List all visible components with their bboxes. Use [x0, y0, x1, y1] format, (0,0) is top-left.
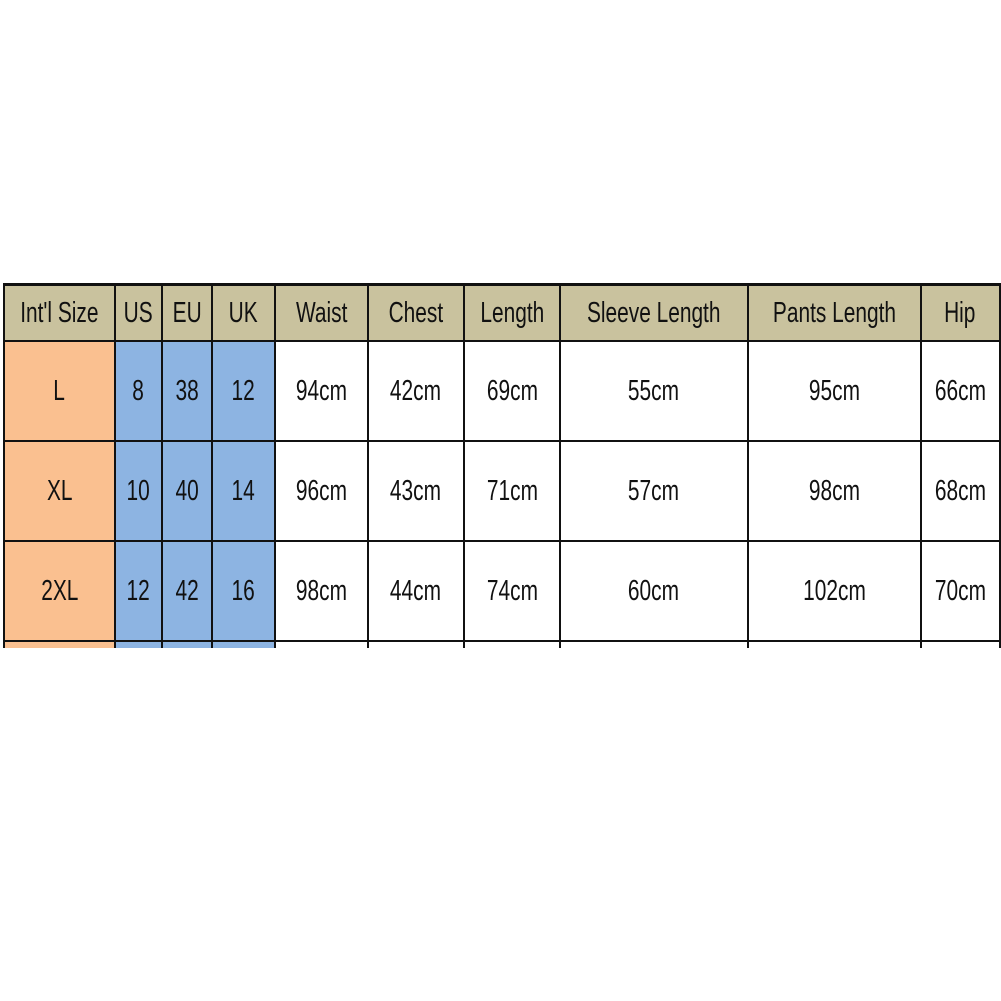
column-header-label: Int'l Size [20, 296, 99, 329]
column-header-label: US [124, 296, 154, 329]
column-header-label: Chest [388, 296, 444, 329]
table-cell: 60cm [559, 540, 749, 642]
table-cell: 95cm [746, 340, 922, 442]
table-cell: 68cm [919, 440, 1001, 542]
cell-value: 42 [175, 574, 199, 607]
cell-value: 14 [231, 474, 255, 507]
cell-value: 43cm [390, 474, 442, 507]
cell-value: 42cm [390, 374, 442, 407]
cell-value: 2XL [40, 574, 78, 607]
cell-value: 102cm [802, 574, 866, 607]
cell-value: 40 [175, 474, 199, 507]
table-cell [161, 640, 213, 648]
table-cell: 12 [113, 540, 164, 642]
cell-value: 66cm [934, 374, 986, 407]
table-cell: L [3, 340, 116, 442]
cell-value: L [53, 374, 66, 407]
table-cell [3, 640, 116, 648]
column-header-label: EU [172, 296, 202, 329]
column-header: Waist [273, 283, 369, 342]
cell-value: 10 [126, 474, 151, 507]
table-cell: 74cm [462, 540, 562, 642]
table-cell: 66cm [919, 340, 1001, 442]
table-cell: 2XL [3, 540, 116, 642]
cell-value: 70cm [934, 574, 986, 607]
table-cell: 12 [210, 340, 276, 442]
column-header: Hip [919, 283, 1001, 342]
table-cell: 71cm [462, 440, 562, 542]
cell-value: 57cm [628, 474, 680, 507]
table-cell: 40 [161, 440, 213, 542]
cell-value: 71cm [486, 474, 538, 507]
table-cell: 44cm [366, 540, 465, 642]
table-cell: 38 [161, 340, 213, 442]
table-row: XL 10 40 14 96cm 43cm 71cm 57cm 98cm 68cm [3, 440, 1001, 542]
column-header: Pants Length [746, 283, 922, 342]
column-header-label: Length [480, 296, 544, 329]
table-row: L 8 38 12 94cm 42cm 69cm 55cm 95cm 66cm [3, 340, 1001, 442]
cell-value: 44cm [390, 574, 442, 607]
cell-value: 60cm [628, 574, 680, 607]
table-cell: 102cm [746, 540, 922, 642]
table-cell: 14 [210, 440, 276, 542]
header-row: Int'l Size US EU UK Waist Chest Length Sleeve L… [3, 283, 1001, 342]
size-chart-table: Int'l Size US EU UK Waist Chest Length Sleeve L… [3, 283, 1001, 648]
column-header-label: Sleeve Length [587, 296, 721, 329]
table-row-cut-off [3, 640, 1001, 648]
table-cell [273, 640, 369, 648]
column-header: Sleeve Length [559, 283, 749, 342]
table-cell [746, 640, 922, 648]
cell-value: 16 [231, 574, 255, 607]
cell-value: 96cm [295, 474, 347, 507]
table-cell: 69cm [462, 340, 562, 442]
table-cell [462, 640, 562, 648]
table-cell: 8 [113, 340, 164, 442]
column-header-label: UK [228, 296, 258, 329]
cell-value: 12 [231, 374, 255, 407]
table-cell [559, 640, 749, 648]
table-cell: 96cm [273, 440, 369, 542]
cell-value: 68cm [934, 474, 986, 507]
table-cell [210, 640, 276, 648]
column-header: EU [161, 283, 213, 342]
column-header: UK [210, 283, 276, 342]
table-cell: 57cm [559, 440, 749, 542]
table-cell: 55cm [559, 340, 749, 442]
table-cell: 98cm [273, 540, 369, 642]
table-cell: 70cm [919, 540, 1001, 642]
cell-value: 98cm [808, 474, 860, 507]
cell-value: XL [46, 474, 73, 507]
table-cell: 16 [210, 540, 276, 642]
column-header-label: Waist [295, 296, 348, 329]
cell-value: 12 [126, 574, 151, 607]
column-header: Int'l Size [3, 283, 116, 342]
table-cell [113, 640, 164, 648]
column-header: Length [462, 283, 562, 342]
table-cell: 43cm [366, 440, 465, 542]
column-header-label: Hip [944, 296, 976, 329]
table-cell: 98cm [746, 440, 922, 542]
cell-value: 95cm [808, 374, 860, 407]
cell-value: 69cm [486, 374, 538, 407]
column-header-label: Pants Length [772, 296, 896, 329]
cell-value: 94cm [295, 374, 347, 407]
table-row: 2XL 12 42 16 98cm 44cm 74cm 60cm 102cm 70cm [3, 540, 1001, 642]
column-header: Chest [366, 283, 465, 342]
cell-value: 38 [175, 374, 199, 407]
table-cell [366, 640, 465, 648]
cell-value: 98cm [295, 574, 347, 607]
table-cell: 42 [161, 540, 213, 642]
table-cell: XL [3, 440, 116, 542]
table-cell: 10 [113, 440, 164, 542]
cell-value: 8 [132, 374, 145, 407]
table-cell: 94cm [273, 340, 369, 442]
cell-value: 55cm [628, 374, 680, 407]
cell-value: 74cm [486, 574, 538, 607]
table-cell: 42cm [366, 340, 465, 442]
table-cell [919, 640, 1001, 648]
column-header: US [113, 283, 164, 342]
